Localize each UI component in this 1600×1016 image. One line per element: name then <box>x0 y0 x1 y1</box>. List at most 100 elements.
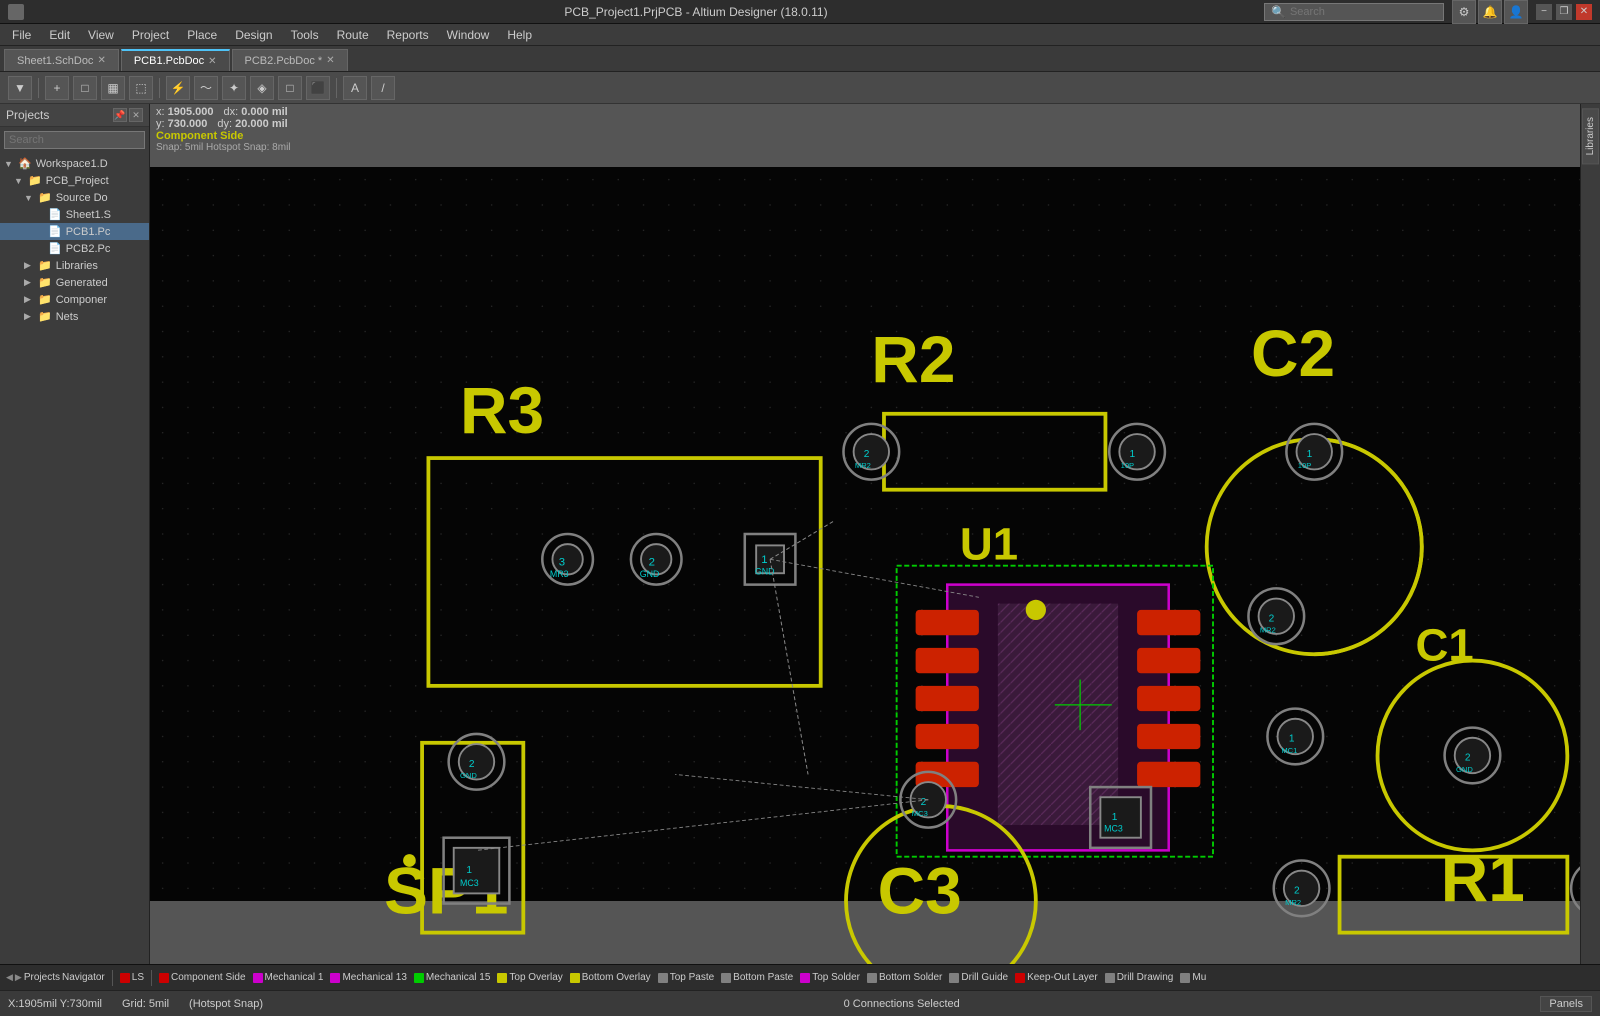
libraries-icon: 📁 <box>38 259 52 272</box>
menu-file[interactable]: File <box>4 26 39 44</box>
layer-bottom-overlay-label: Bottom Overlay <box>582 972 651 983</box>
tool-text[interactable]: A <box>343 76 367 100</box>
menu-view[interactable]: View <box>80 26 122 44</box>
layer-mechanical1[interactable]: Mechanical 1 <box>251 971 326 984</box>
tree-libraries[interactable]: ▶ 📁 Libraries <box>0 257 149 274</box>
svg-text:GND: GND <box>460 771 477 780</box>
tree-sheet1[interactable]: 📄 Sheet1.S <box>0 206 149 223</box>
tab-pcb1-close[interactable]: ✕ <box>208 56 216 67</box>
toolbar: ▼ + □ ▦ ⬚ ⚡ 〜 ✦ ◈ □ ⬛ A / <box>0 72 1600 104</box>
tree-workspace[interactable]: ▼ 🏠 Workspace1.D <box>0 155 149 172</box>
notification-icon[interactable]: 🔔 <box>1478 0 1502 24</box>
layer-keep-out[interactable]: Keep-Out Layer <box>1013 971 1100 984</box>
title-search-input[interactable] <box>1290 6 1430 18</box>
tab-pcb1[interactable]: PCB1.PcbDoc ✕ <box>121 49 230 71</box>
menu-window[interactable]: Window <box>439 26 498 44</box>
projects-status-tab[interactable]: ◀ ▶ Projects Navigator <box>4 971 107 984</box>
menu-tools[interactable]: Tools <box>283 26 327 44</box>
svg-text:2: 2 <box>469 759 475 770</box>
settings-icon[interactable]: ⚙ <box>1452 0 1476 24</box>
tool-route[interactable]: ⚡ <box>166 76 190 100</box>
layer-drill-guide[interactable]: Drill Guide <box>947 971 1010 984</box>
components-label: Componer <box>56 294 107 306</box>
tab-bar: Sheet1.SchDoc ✕ PCB1.PcbDoc ✕ PCB2.PcbDo… <box>0 46 1600 72</box>
menu-reports[interactable]: Reports <box>379 26 437 44</box>
tool-add[interactable]: + <box>45 76 69 100</box>
sheet1-label: Sheet1.S <box>66 209 111 221</box>
coord-position: X:1905mil Y:730mil <box>8 998 102 1010</box>
close-button[interactable]: ✕ <box>1576 4 1592 20</box>
tool-via[interactable]: ✦ <box>222 76 246 100</box>
workspace-label: Workspace1.D <box>36 158 108 170</box>
coord-snap: (Hotspot Snap) <box>189 998 263 1010</box>
menu-help[interactable]: Help <box>499 26 540 44</box>
panels-button[interactable]: Panels <box>1540 996 1592 1012</box>
tool-select-region[interactable]: ▦ <box>101 76 125 100</box>
layer-ls[interactable]: LS <box>118 971 146 984</box>
tool-filter[interactable]: ▼ <box>8 76 32 100</box>
c3-label: C3 <box>878 854 962 928</box>
canvas-area[interactable]: x: 1905.000 dx: 0.000 mil y: 730.000 dy:… <box>150 104 1580 964</box>
panel-search-input[interactable] <box>4 131 145 149</box>
tab-pcb2-close[interactable]: ✕ <box>326 55 334 66</box>
svg-text:1: 1 <box>1112 812 1118 823</box>
tree-pcb2[interactable]: 📄 PCB2.Pc <box>0 240 149 257</box>
tree-pcb-project[interactable]: ▼ 📁 PCB_Project <box>0 172 149 189</box>
layer-top-solder[interactable]: Top Solder <box>798 971 862 984</box>
layer-bottom-solder-label: Bottom Solder <box>879 972 942 983</box>
pcb-project-icon: 📁 <box>28 174 42 187</box>
svg-text:GND: GND <box>1456 765 1473 774</box>
svg-text:2: 2 <box>1294 885 1300 896</box>
tool-3d[interactable]: ⬚ <box>129 76 153 100</box>
menu-route[interactable]: Route <box>329 26 377 44</box>
tool-copper[interactable]: □ <box>278 76 302 100</box>
tool-keepout[interactable]: ⬛ <box>306 76 330 100</box>
libraries-tab[interactable]: Libraries <box>1582 108 1599 164</box>
layer-bottom-solder[interactable]: Bottom Solder <box>865 971 944 984</box>
libraries-label: Libraries <box>56 260 98 272</box>
panel-close-button[interactable]: ✕ <box>129 108 143 122</box>
tab-sheet1-close[interactable]: ✕ <box>97 55 105 66</box>
svg-text:2: 2 <box>649 557 655 569</box>
layer-bottom-paste[interactable]: Bottom Paste <box>719 971 795 984</box>
layer-mechanical15[interactable]: Mechanical 15 <box>412 971 492 984</box>
minimize-button[interactable]: − <box>1536 4 1552 20</box>
layer-drill-drawing[interactable]: Drill Drawing <box>1103 971 1176 984</box>
menu-project[interactable]: Project <box>124 26 177 44</box>
tool-wire[interactable]: 〜 <box>194 76 218 100</box>
project-tree: ▼ 🏠 Workspace1.D ▼ 📁 PCB_Project ▼ 📁 Sou… <box>0 153 149 964</box>
tool-pad[interactable]: ◈ <box>250 76 274 100</box>
menu-place[interactable]: Place <box>179 26 225 44</box>
title-search-box[interactable]: 🔍 <box>1264 3 1444 21</box>
tree-components[interactable]: ▶ 📁 Componer <box>0 291 149 308</box>
u1-pin9 <box>1137 724 1200 749</box>
layer-mu[interactable]: Mu <box>1178 971 1208 984</box>
tree-nets[interactable]: ▶ 📁 Nets <box>0 308 149 325</box>
layer-top-paste[interactable]: Top Paste <box>656 971 716 984</box>
layer-component-side[interactable]: Component Side <box>157 971 248 984</box>
panel-header: Projects 📌 ✕ <box>0 104 149 127</box>
coord-grid: Grid: 5mil <box>122 998 169 1010</box>
layer-mechanical13[interactable]: Mechanical 13 <box>328 971 408 984</box>
tree-pcb1[interactable]: 📄 PCB1.Pc <box>0 223 149 240</box>
user-icon[interactable]: 👤 <box>1504 0 1528 24</box>
layer-mechanical1-label: Mechanical 1 <box>265 972 324 983</box>
tree-source-doc[interactable]: ▼ 📁 Source Do <box>0 189 149 206</box>
menu-design[interactable]: Design <box>227 26 280 44</box>
tree-generated[interactable]: ▶ 📁 Generated <box>0 274 149 291</box>
tool-line[interactable]: / <box>371 76 395 100</box>
layer-bottom-overlay[interactable]: Bottom Overlay <box>568 971 653 984</box>
pcb-canvas[interactable]: R3 3 MR3 2 GND 1 GND R2 <box>150 104 1580 964</box>
r1-label: R1 <box>1441 841 1525 915</box>
svg-text:MC3: MC3 <box>1104 823 1123 833</box>
tool-select-rect[interactable]: □ <box>73 76 97 100</box>
window-title: PCB_Project1.PrjPCB - Altium Designer (1… <box>128 5 1264 19</box>
layer-mu-label: Mu <box>1192 972 1206 983</box>
panel-pin-button[interactable]: 📌 <box>113 108 127 122</box>
tab-pcb2[interactable]: PCB2.PcbDoc * ✕ <box>232 49 348 71</box>
svg-text:MC3: MC3 <box>460 878 479 888</box>
menu-edit[interactable]: Edit <box>41 26 78 44</box>
restore-button[interactable]: ❐ <box>1556 4 1572 20</box>
layer-top-overlay[interactable]: Top Overlay <box>495 971 564 984</box>
tab-sheet1[interactable]: Sheet1.SchDoc ✕ <box>4 49 119 71</box>
